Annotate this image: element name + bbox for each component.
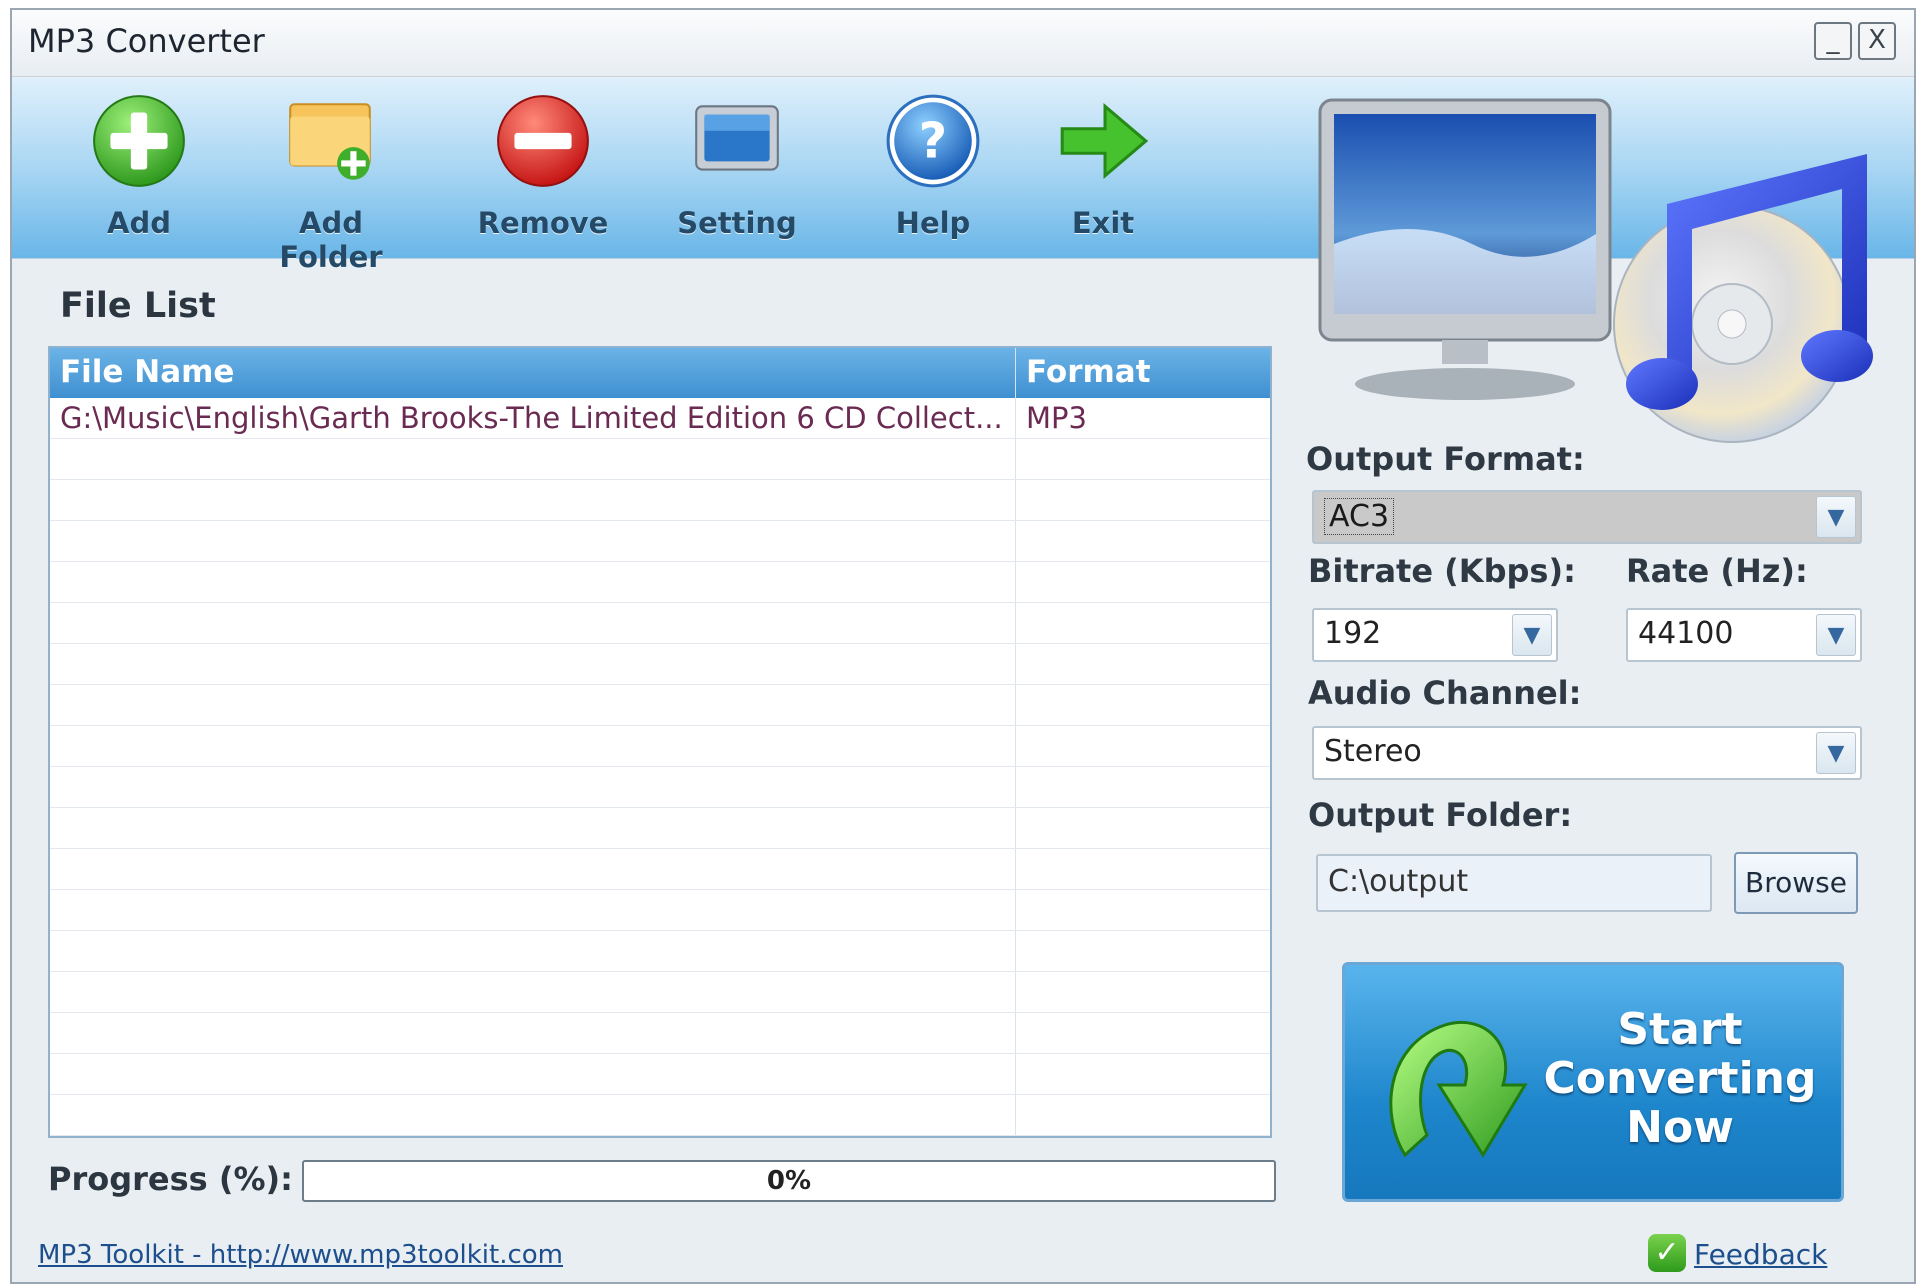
file-list-header: File Name Format	[50, 348, 1270, 398]
table-row-empty	[50, 767, 1270, 808]
app-window: MP3 Converter _ X Add Add Folder Remove …	[10, 8, 1916, 1284]
browse-button[interactable]: Browse	[1734, 852, 1858, 914]
rate-select[interactable]: 44100 ▼	[1626, 608, 1862, 662]
column-header-format[interactable]: Format	[1016, 348, 1270, 398]
exit-icon	[1060, 103, 1149, 179]
add-folder-button[interactable]: Add Folder	[246, 90, 416, 274]
table-row-empty	[50, 521, 1270, 562]
table-row-empty	[50, 931, 1270, 972]
progress-label: Progress (%):	[48, 1160, 293, 1198]
minimize-button[interactable]: _	[1814, 22, 1852, 60]
table-row-empty	[50, 1054, 1270, 1095]
file-list-title: File List	[60, 286, 216, 326]
title-bar: MP3 Converter _ X	[12, 10, 1914, 77]
file-name-cell: G:\Music\English\Garth Brooks-The Limite…	[50, 398, 1016, 438]
check-icon[interactable]: ✓	[1648, 1234, 1686, 1272]
window-title: MP3 Converter	[28, 22, 265, 60]
output-folder-input[interactable]: C:\output	[1316, 854, 1712, 912]
table-row-empty	[50, 439, 1270, 480]
file-list-table[interactable]: File Name Format G:\Music\English\Garth …	[48, 346, 1272, 1138]
chevron-down-icon[interactable]: ▼	[1816, 732, 1856, 774]
table-row-empty	[50, 972, 1270, 1013]
feedback-link[interactable]: Feedback	[1694, 1238, 1827, 1271]
setting-label: Setting	[677, 206, 797, 240]
table-row-empty	[50, 685, 1270, 726]
monitor-cd-music-illustration	[1318, 98, 1873, 443]
table-row-empty	[50, 890, 1270, 931]
exit-button[interactable]: Exit	[1018, 90, 1188, 240]
svg-text:?: ?	[919, 112, 947, 169]
setting-icon	[695, 105, 779, 171]
add-folder-icon	[289, 103, 371, 180]
chevron-down-icon[interactable]: ▼	[1512, 614, 1552, 656]
rate-value: 44100	[1638, 616, 1734, 651]
exit-label: Exit	[1071, 206, 1135, 240]
table-row-empty	[50, 1013, 1270, 1054]
add-label: Add	[107, 206, 171, 240]
chevron-down-icon[interactable]: ▼	[1816, 614, 1856, 656]
bitrate-select[interactable]: 192 ▼	[1312, 608, 1558, 662]
output-folder-value: C:\output	[1328, 864, 1469, 899]
help-icon: ?	[886, 94, 980, 188]
output-format-label: Output Format:	[1306, 440, 1585, 478]
close-button[interactable]: X	[1858, 22, 1896, 60]
format-cell: MP3	[1026, 401, 1087, 435]
audio-channel-select[interactable]: Stereo ▼	[1312, 726, 1862, 780]
setting-button[interactable]: Setting	[652, 90, 822, 240]
progress-text: 0%	[766, 1166, 812, 1196]
table-row-empty	[50, 644, 1270, 685]
bitrate-value: 192	[1324, 616, 1382, 651]
table-row-empty	[50, 603, 1270, 644]
website-link[interactable]: MP3 Toolkit - http://www.mp3toolkit.com	[38, 1240, 563, 1270]
output-format-value: AC3	[1324, 498, 1395, 535]
table-row-empty	[50, 726, 1270, 767]
start-converting-button[interactable]: Start Converting Now	[1342, 962, 1844, 1202]
table-row-empty	[50, 808, 1270, 849]
rate-label: Rate (Hz):	[1626, 552, 1808, 590]
table-row-empty	[50, 1095, 1270, 1136]
start-converting-label: Start Converting Now	[1543, 1004, 1817, 1153]
output-format-select[interactable]: AC3 ▼	[1312, 490, 1862, 544]
table-row[interactable]: G:\Music\English\Garth Brooks-The Limite…	[50, 398, 1270, 439]
column-header-file-name[interactable]: File Name	[50, 348, 1016, 398]
remove-label: Remove	[477, 206, 609, 240]
remove-button[interactable]: Remove	[458, 90, 628, 240]
bitrate-label: Bitrate (Kbps):	[1308, 552, 1576, 590]
table-row-empty	[50, 1136, 1270, 1138]
add-icon	[93, 95, 185, 187]
help-button[interactable]: ? Help	[848, 90, 1018, 240]
add-folder-label: Add Folder	[279, 206, 383, 274]
remove-icon	[497, 95, 589, 187]
chevron-down-icon[interactable]: ▼	[1816, 496, 1856, 538]
convert-arrow-icon	[1389, 1021, 1528, 1158]
audio-channel-label: Audio Channel:	[1308, 674, 1582, 712]
table-row-empty	[50, 562, 1270, 603]
audio-channel-value: Stereo	[1324, 734, 1422, 769]
progress-bar: 0%	[302, 1160, 1276, 1202]
add-button[interactable]: Add	[54, 90, 224, 240]
help-label: Help	[895, 206, 971, 240]
output-folder-label: Output Folder:	[1308, 796, 1573, 834]
table-row-empty	[50, 849, 1270, 890]
table-row-empty	[50, 480, 1270, 521]
